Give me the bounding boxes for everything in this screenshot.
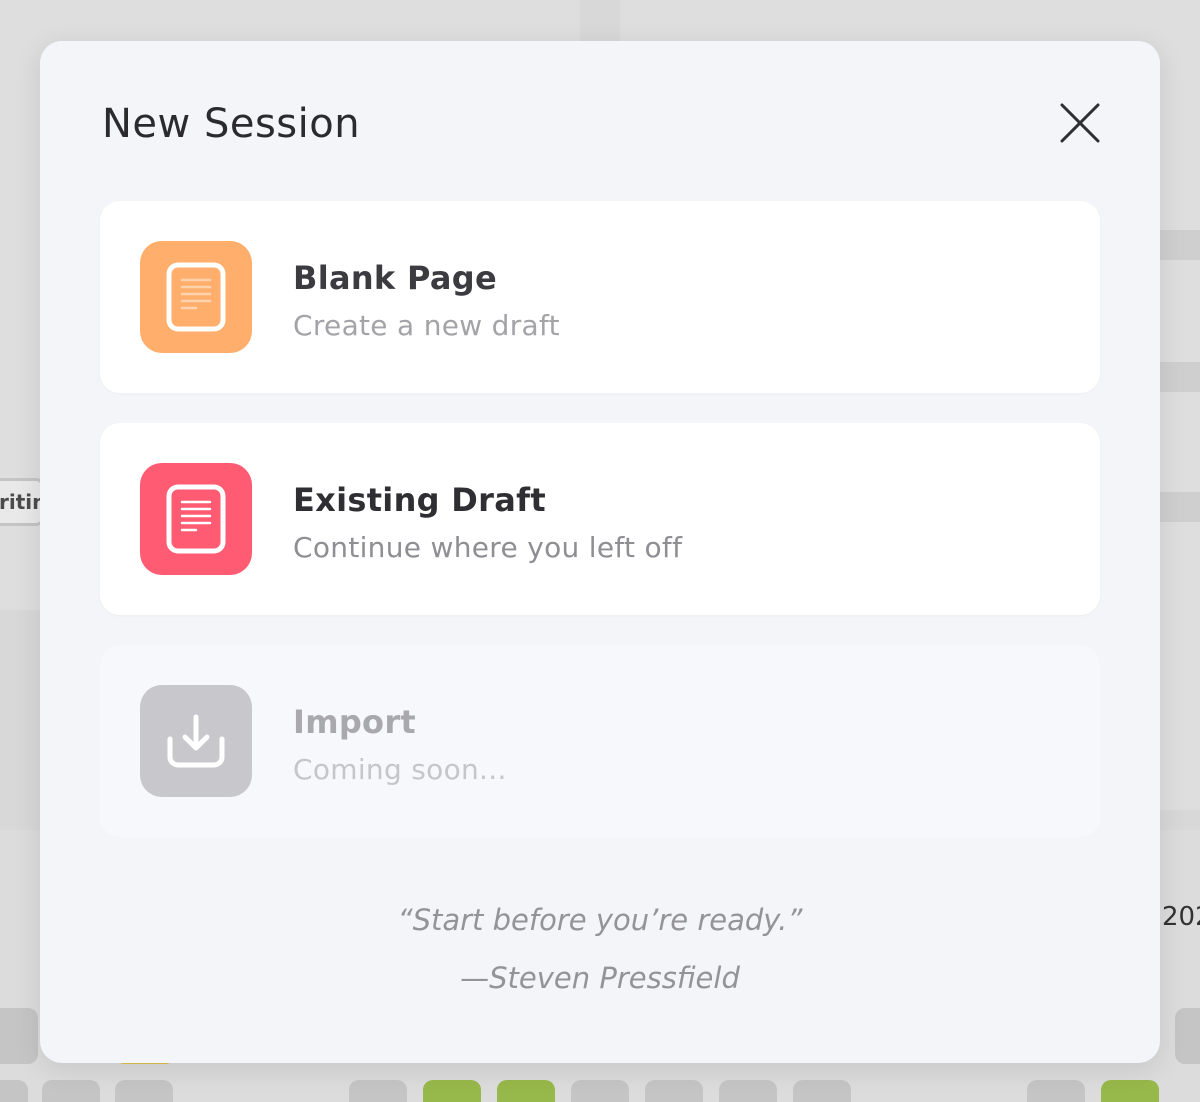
close-button[interactable]	[1056, 99, 1104, 147]
background-tile	[42, 1080, 100, 1102]
background-tile	[719, 1080, 777, 1102]
background-tile	[115, 1080, 173, 1102]
background-tile	[1101, 1080, 1159, 1102]
existing-draft-option[interactable]: Existing Draft Continue where you left o…	[100, 423, 1100, 615]
option-title: Import	[293, 703, 417, 741]
background-divider	[1160, 362, 1200, 392]
modal-title: New Session	[102, 101, 361, 147]
background-tile	[0, 1008, 38, 1064]
background-tile	[645, 1080, 703, 1102]
background-tile	[571, 1080, 629, 1102]
option-subtitle: Continue where you left off	[293, 531, 683, 564]
background-divider	[1160, 492, 1200, 522]
background-tile	[793, 1080, 851, 1102]
existing-draft-icon-tile	[140, 463, 252, 575]
blank-document-icon	[166, 262, 226, 332]
new-session-modal: New Session Blank Page Create a new draf…	[40, 41, 1160, 1063]
background-tile	[349, 1080, 407, 1102]
background-tile	[423, 1080, 481, 1102]
option-subtitle: Coming soon...	[293, 753, 507, 786]
background-tile	[1175, 1008, 1200, 1064]
import-icon-tile	[140, 685, 252, 797]
background-tile	[1027, 1080, 1085, 1102]
quote-text: “Start before you’re ready.”	[397, 903, 803, 937]
background-tile	[0, 1080, 28, 1102]
option-title: Blank Page	[293, 259, 497, 297]
background-tile	[497, 1080, 555, 1102]
option-title: Existing Draft	[293, 481, 546, 519]
import-option: Import Coming soon...	[100, 645, 1100, 837]
draft-document-icon	[166, 484, 226, 554]
blank-page-option[interactable]: Blank Page Create a new draft	[100, 201, 1100, 393]
blank-page-icon-tile	[140, 241, 252, 353]
background-divider	[1160, 230, 1200, 260]
import-download-icon	[167, 714, 225, 768]
background-year-label: 202	[1162, 902, 1200, 932]
quote-author: —Steven Pressfield	[460, 961, 740, 995]
option-subtitle: Create a new draft	[293, 309, 560, 342]
background-tag: riting	[0, 478, 44, 526]
close-icon	[1060, 103, 1100, 143]
